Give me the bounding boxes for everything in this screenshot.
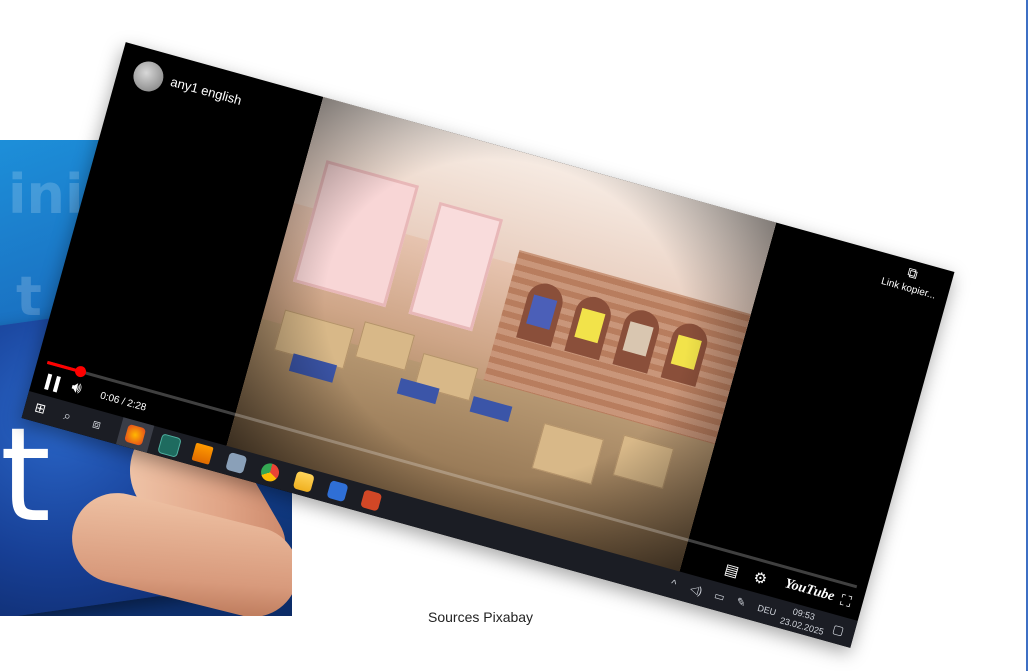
progress-scrubber[interactable] [73, 364, 87, 379]
subtitles-icon[interactable]: ▤ [723, 560, 741, 581]
bg-watermark-word: ini [8, 163, 84, 226]
video-vignette [225, 96, 777, 575]
search-icon[interactable]: ⌕ [61, 407, 73, 426]
app-icon[interactable] [157, 433, 182, 458]
time-display: 0:06 / 2:28 [98, 390, 148, 414]
vlc-icon[interactable] [191, 442, 214, 465]
chevron-up-icon[interactable]: ^ [668, 575, 678, 594]
app-icon[interactable] [326, 480, 349, 503]
speaker-icon[interactable]: ◁) [688, 580, 704, 601]
volume-icon[interactable]: 🔊︎ [69, 379, 83, 399]
source-caption: Sources Pixabay [428, 609, 534, 625]
battery-icon[interactable]: ▭ [712, 587, 727, 607]
notification-icon[interactable]: ▢ [830, 620, 846, 640]
gear-icon[interactable]: ⚙ [751, 568, 769, 589]
file-explorer-icon[interactable] [292, 470, 315, 493]
windows-start-icon[interactable]: ⊞ [32, 399, 48, 419]
pause-icon[interactable] [44, 373, 62, 393]
puzzle-letter: t [0, 399, 51, 551]
chrome-icon[interactable] [258, 461, 282, 484]
fullscreen-icon[interactable]: ⛶ [838, 592, 853, 611]
powerpoint-icon[interactable] [360, 489, 383, 512]
copy-link-button[interactable]: ⧉ Link kopier... [873, 256, 948, 304]
task-view-icon[interactable]: ⧈ [90, 415, 103, 435]
bg-watermark-word: t [16, 265, 42, 328]
language-indicator[interactable]: DEU [756, 603, 777, 618]
pen-icon[interactable]: ✎ [734, 593, 748, 613]
slide-edge-line [1026, 0, 1028, 671]
app-icon[interactable] [225, 451, 248, 475]
channel-name[interactable]: any1 english [169, 74, 243, 108]
video-frame[interactable] [225, 96, 777, 575]
channel-avatar[interactable] [129, 58, 167, 95]
